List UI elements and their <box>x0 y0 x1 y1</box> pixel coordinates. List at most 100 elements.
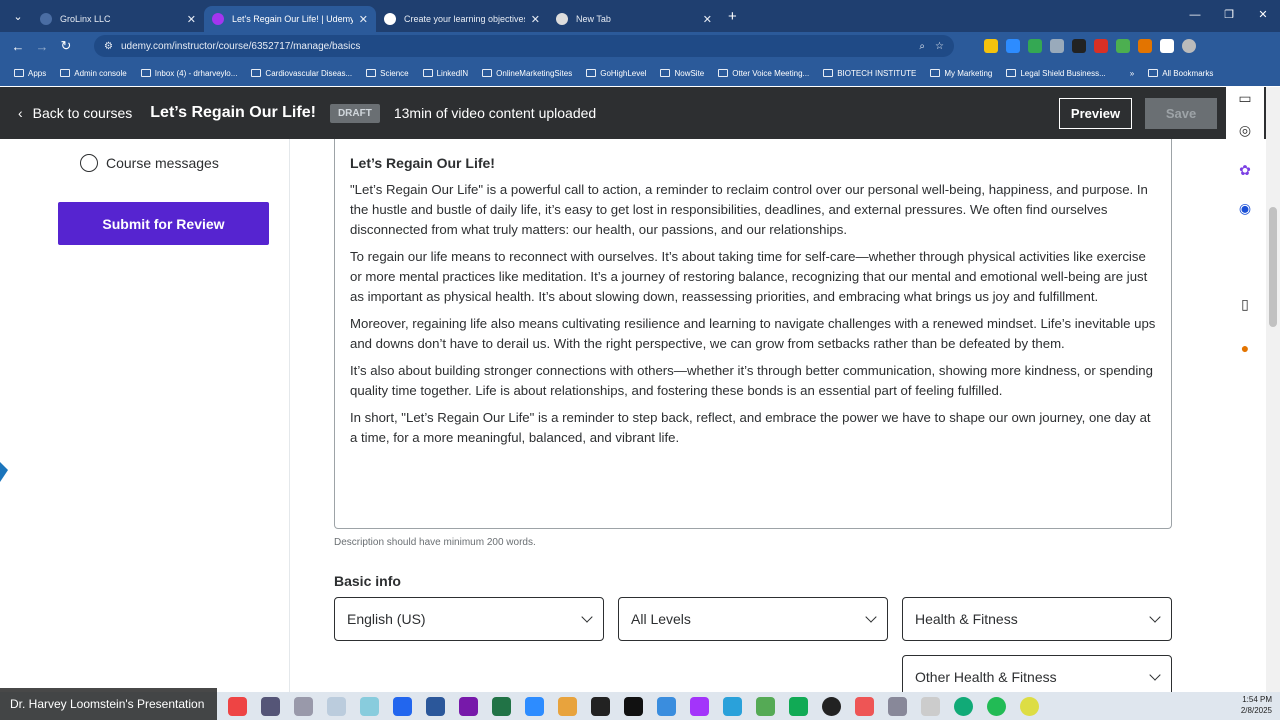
globe-icon[interactable]: ● <box>1234 337 1256 359</box>
app-icon[interactable] <box>558 697 577 716</box>
bookmark-apps[interactable]: Apps <box>14 69 46 78</box>
level-select[interactable]: All Levels <box>618 597 888 641</box>
telegram-icon[interactable] <box>723 697 742 716</box>
mouse-cursor-icon <box>0 462 8 482</box>
gmail-icon[interactable] <box>228 697 247 716</box>
tab-search-icon[interactable]: ⌄ <box>4 5 32 27</box>
app-icon[interactable] <box>591 697 610 716</box>
podcast-icon[interactable]: ◎ <box>1234 119 1256 141</box>
submit-for-review-button[interactable]: Submit for Review <box>58 202 269 245</box>
zoom-icon[interactable]: ⌕ <box>919 41 925 52</box>
tab-udemy[interactable]: Let's Regain Our Life! | Udemy ✕ <box>204 6 376 32</box>
app-icon[interactable] <box>756 697 775 716</box>
close-icon[interactable]: ✕ <box>187 13 196 26</box>
back-to-courses-link[interactable]: ‹ Back to courses <box>18 105 132 121</box>
app-icon[interactable] <box>624 697 643 716</box>
word-icon[interactable] <box>426 697 445 716</box>
zoom-icon[interactable] <box>525 697 544 716</box>
app-icon[interactable] <box>888 697 907 716</box>
tab-objectives[interactable]: Create your learning objectives ✕ <box>376 6 548 32</box>
url-input[interactable]: ⚙ udemy.com/instructor/course/6352717/ma… <box>94 35 954 57</box>
window-controls: — ❐ ✕ <box>1178 0 1280 32</box>
close-window-icon[interactable]: ✕ <box>1246 0 1280 32</box>
tab-new[interactable]: New Tab ✕ <box>548 6 720 32</box>
bookmark-folder[interactable]: Legal Shield Business... <box>1006 69 1106 78</box>
extension-icon[interactable] <box>984 39 998 53</box>
excel-icon[interactable] <box>492 697 511 716</box>
sidebar-item-course-messages[interactable]: Course messages <box>80 154 219 172</box>
forward-arrow-icon[interactable]: → <box>30 39 54 54</box>
profile-avatar[interactable] <box>1182 39 1196 53</box>
drive-icon[interactable] <box>1028 39 1042 53</box>
puzzle-icon[interactable] <box>1160 39 1174 53</box>
scrollbar-thumb[interactable] <box>1269 207 1277 327</box>
mic-icon[interactable] <box>921 697 940 716</box>
apps-icon[interactable]: ✿ <box>1234 159 1256 181</box>
bookmark-folder[interactable]: BIOTECH INSTITUTE <box>823 69 916 78</box>
whatsapp-icon[interactable] <box>987 697 1006 716</box>
bookmark-folder[interactable]: My Marketing <box>930 69 992 78</box>
bookmark-label: Cardiovascular Diseas... <box>265 68 353 78</box>
system-clock[interactable]: 1:54 PM 2/8/2025 <box>1241 694 1272 716</box>
onenote-icon[interactable] <box>459 697 478 716</box>
all-bookmarks[interactable]: All Bookmarks <box>1148 69 1213 78</box>
restore-icon[interactable]: ❐ <box>1212 0 1246 32</box>
bookmark-item[interactable]: Cardiovascular Diseas... <box>251 69 352 78</box>
description-paragraph: To regain our life means to reconnect wi… <box>350 249 1148 304</box>
more-bookmarks-icon[interactable]: » <box>1130 69 1134 78</box>
close-icon[interactable]: ✕ <box>531 13 540 26</box>
select-value: Other Health & Fitness <box>915 669 1057 685</box>
assistant-icon[interactable]: ◉ <box>1234 197 1256 219</box>
extension-icon[interactable] <box>1138 39 1152 53</box>
category-select[interactable]: Health & Fitness <box>902 597 1172 641</box>
bookmark-item[interactable]: Science <box>366 69 409 78</box>
bookmark-folder[interactable]: GoHighLevel <box>586 69 646 78</box>
description-editor[interactable]: Let’s Regain Our Life! "Let’s Regain Our… <box>334 139 1172 529</box>
zoom-extension-icon[interactable] <box>1006 39 1020 53</box>
book-icon[interactable]: ▯ <box>1234 293 1256 315</box>
status-badge: DRAFT <box>329 103 380 123</box>
folder-icon <box>586 69 597 77</box>
new-tab-icon[interactable]: + <box>728 8 737 25</box>
extension-icon[interactable] <box>1094 39 1108 53</box>
close-icon[interactable]: ✕ <box>359 13 368 26</box>
back-arrow-icon[interactable]: ← <box>6 39 30 54</box>
radio-circle-icon <box>80 154 98 172</box>
grammarly-icon[interactable] <box>954 697 973 716</box>
chevron-down-icon <box>581 611 593 623</box>
bookmark-item[interactable]: Admin console <box>60 68 127 78</box>
bookmark-item[interactable]: Inbox (4) - drharveylo... <box>140 69 237 78</box>
bookmark-folder[interactable]: NowSite <box>660 69 704 78</box>
extension-icon[interactable] <box>1116 39 1130 53</box>
app-icon[interactable] <box>393 697 412 716</box>
page-scrollbar[interactable] <box>1266 87 1280 692</box>
messenger-icon[interactable] <box>690 697 709 716</box>
app-icon[interactable] <box>261 697 280 716</box>
save-button[interactable]: Save <box>1145 98 1217 129</box>
bookmark-label: OnlineMarketingSites <box>496 68 573 78</box>
chrome-icon[interactable] <box>1020 697 1039 716</box>
bookmark-folder[interactable]: LinkedIN <box>422 69 468 78</box>
play-icon[interactable] <box>822 697 841 716</box>
extension-icon[interactable] <box>1072 39 1086 53</box>
app-icon[interactable] <box>855 697 874 716</box>
bookmark-star-icon[interactable]: ☆ <box>935 41 944 52</box>
minimize-icon[interactable]: — <box>1178 0 1212 32</box>
bookmark-item[interactable]: Otter Voice Meeting... <box>718 69 809 78</box>
bookmark-folder[interactable]: OnlineMarketingSites <box>482 69 572 78</box>
folder-icon <box>422 69 433 77</box>
bookmark-label: Admin console <box>74 68 127 78</box>
app-icon[interactable] <box>360 697 379 716</box>
tab-grolinx[interactable]: GroLinx LLC ✕ <box>32 6 204 32</box>
site-info-icon[interactable]: ⚙ <box>104 41 113 52</box>
app-icon[interactable] <box>327 697 346 716</box>
app-icon[interactable] <box>294 697 313 716</box>
app-icon[interactable] <box>789 697 808 716</box>
preview-button[interactable]: Preview <box>1059 98 1132 129</box>
app-icon[interactable] <box>657 697 676 716</box>
extension-icon[interactable] <box>1050 39 1064 53</box>
side-panel-icon[interactable]: ▭ <box>1234 87 1256 109</box>
close-icon[interactable]: ✕ <box>703 13 712 26</box>
reload-icon[interactable]: ↻ <box>54 38 78 54</box>
language-select[interactable]: English (US) <box>334 597 604 641</box>
